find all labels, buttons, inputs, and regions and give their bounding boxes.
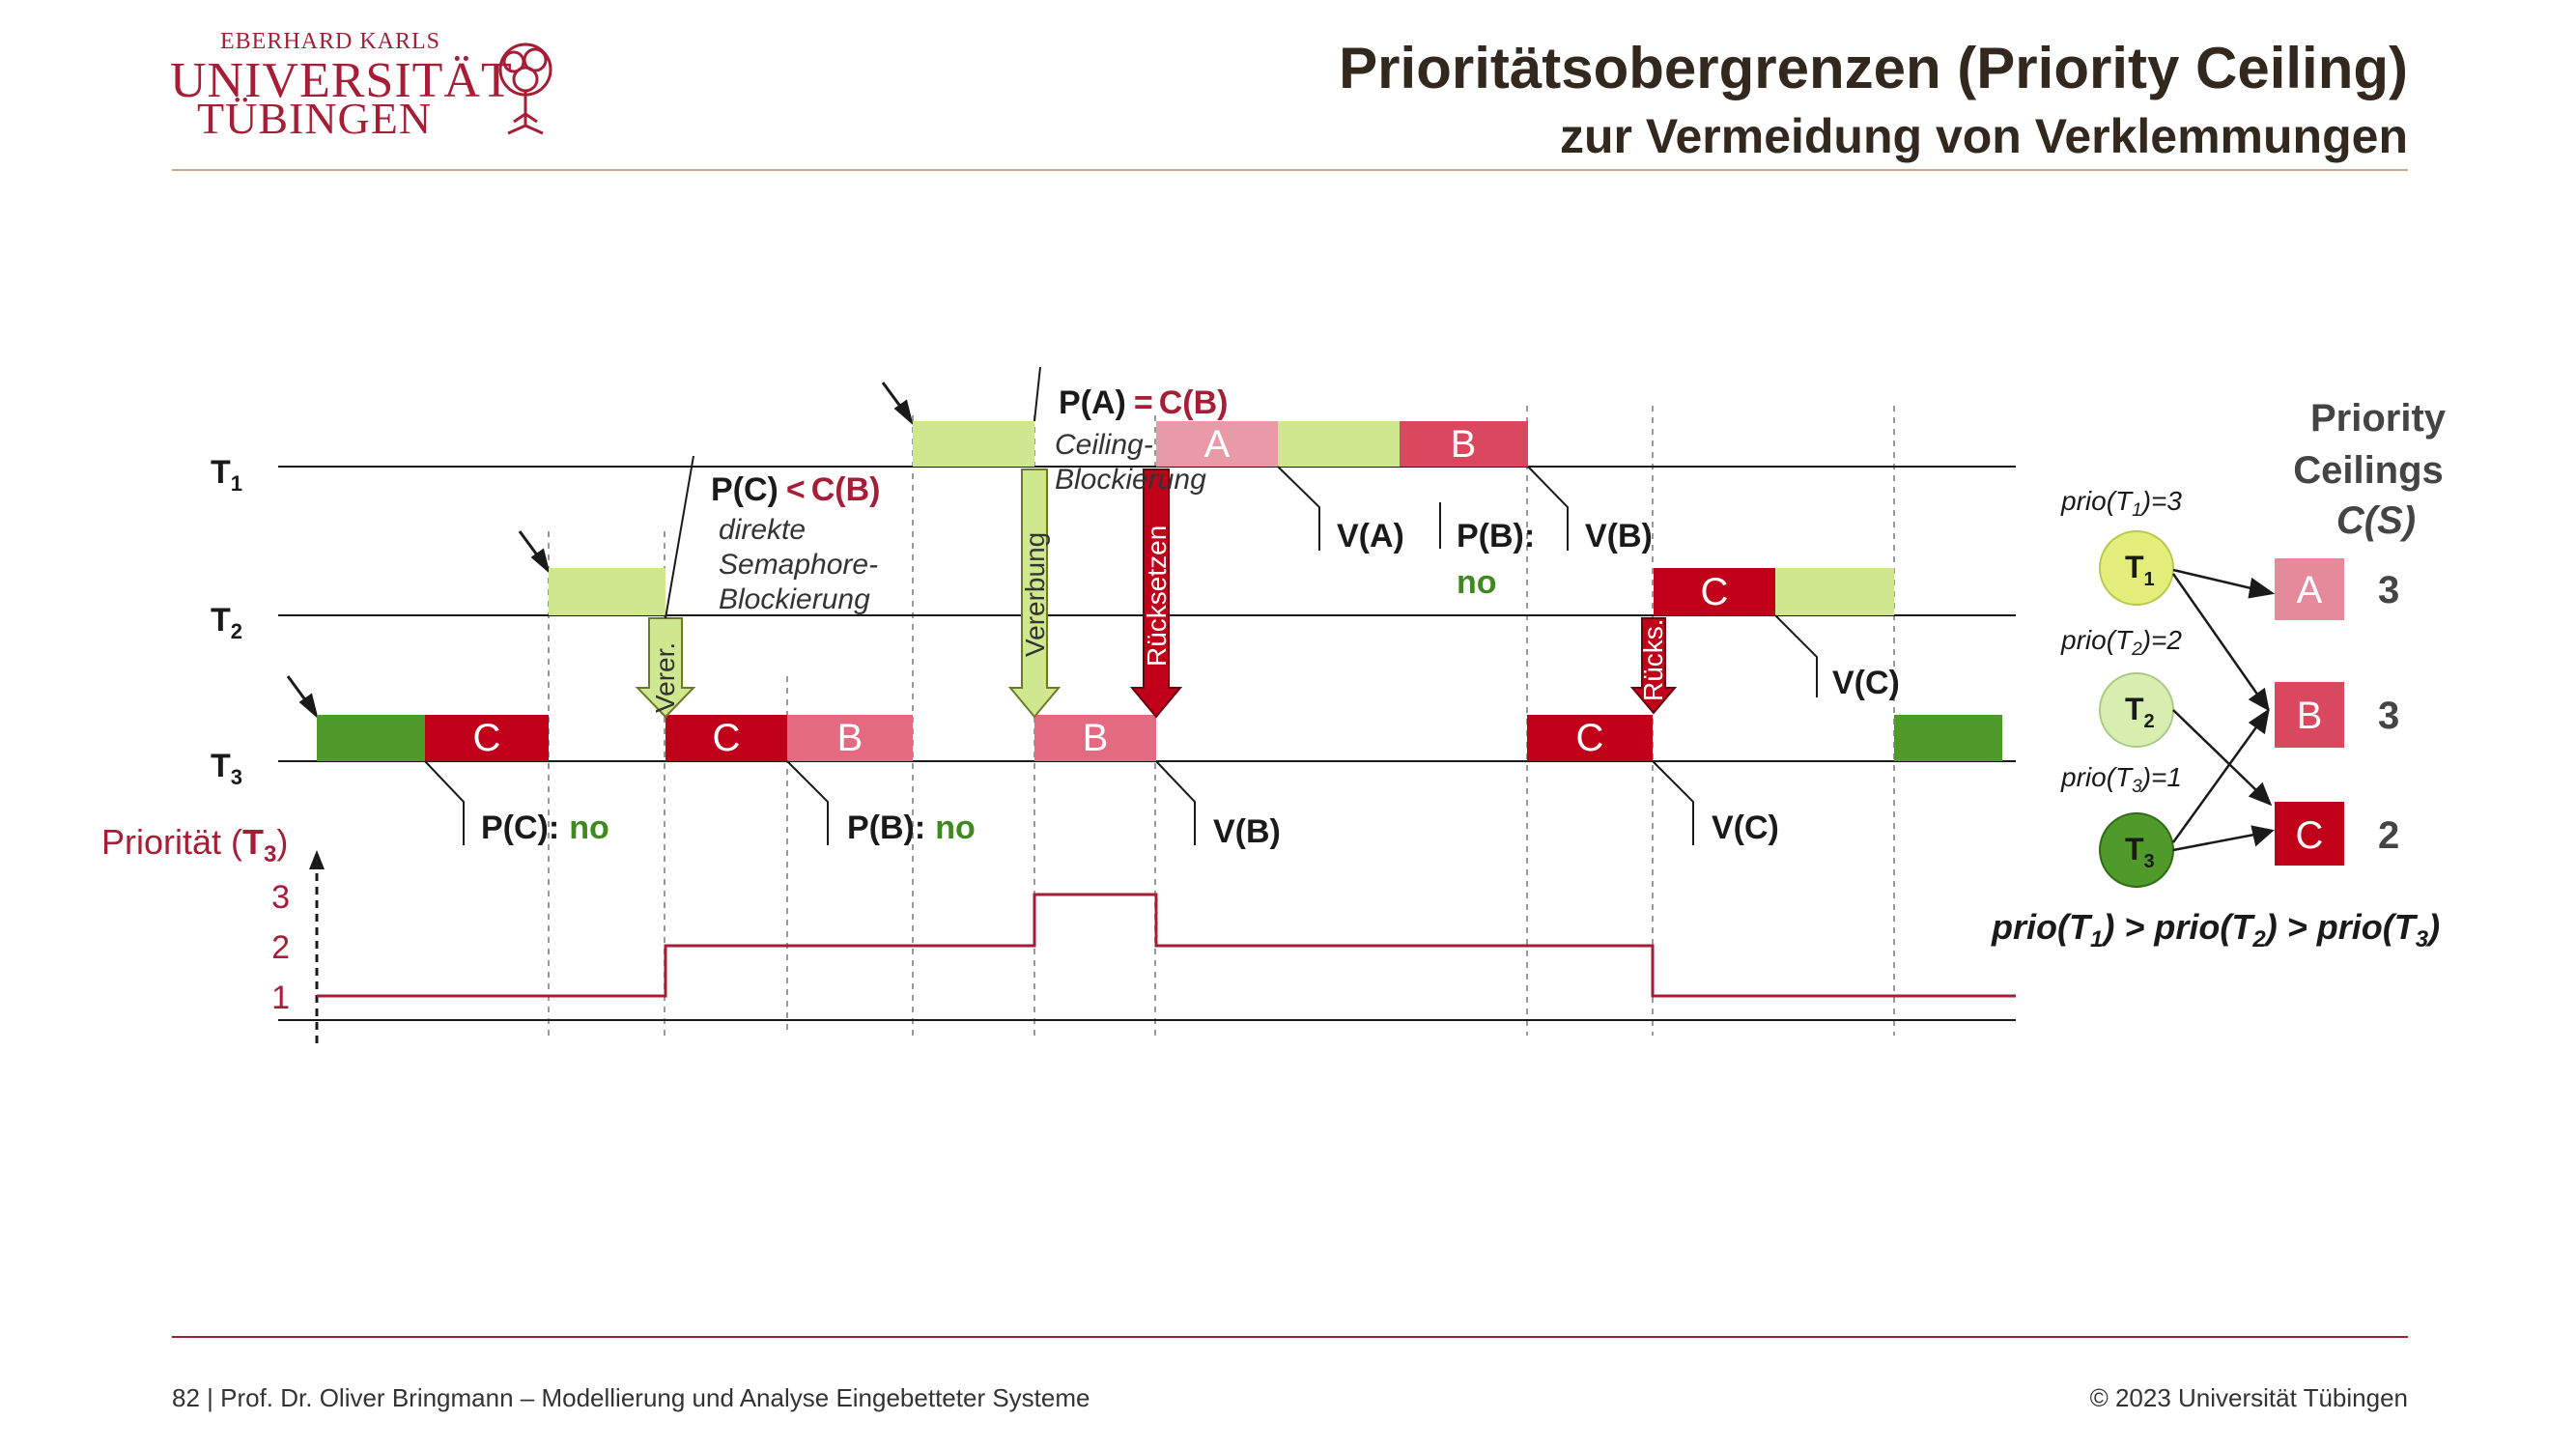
rucks-arrow: Rücks. (1629, 617, 1678, 715)
pc-annotation: P(C) < C(B) (711, 471, 881, 508)
resource-c-ceiling: 2 (2378, 814, 2399, 857)
t3-block-b-1-label: B (837, 717, 863, 759)
pc-t3-annotation: P(C): no (481, 810, 609, 846)
pb-t3-annotation: P(B): no (847, 810, 976, 846)
t3-release-arrow (286, 675, 319, 720)
priority-step-line (317, 893, 2016, 998)
vc-t2-annotation: V(C) (1832, 665, 1900, 701)
priority-tick-1: 1 (271, 980, 290, 1016)
direkte-blockierung-text: direkte Semaphore-Blockierung (719, 514, 878, 615)
pb-annotation: P(B): (1457, 518, 1535, 554)
pa-annotation: P(A) = C(B) (1059, 384, 1229, 421)
vb-top-annotation: V(B) (1585, 518, 1653, 554)
t3-block-c-3-label: C (1576, 717, 1604, 759)
prio-t1-label: prio(T1)=3 (2060, 486, 2182, 521)
resource-a-label: A (2297, 569, 2323, 611)
t2-release-arrow (518, 530, 551, 575)
va-annotation: V(A) (1337, 518, 1404, 554)
resource-c-label: C (2296, 814, 2324, 857)
pb-no-annotation: no (1457, 564, 1497, 601)
t2-block-green-2 (1775, 568, 1894, 615)
vererbung-arrow: Vererbung (1007, 469, 1062, 719)
t1-block-b-label: B (1451, 423, 1477, 466)
priority-tick-3: 3 (271, 879, 290, 916)
svg-text:Verer.: Verer. (650, 642, 680, 713)
t1-release-arrow (881, 382, 914, 426)
verer-arrow: Verer. (635, 617, 696, 719)
t3-block-c-2-label: C (713, 717, 741, 759)
priority-order-text: prio(T1) > prio(T2) > prio(T3) (1991, 907, 2440, 952)
t1-label: T1 (211, 454, 242, 496)
t3-block-green-2 (1894, 715, 2002, 761)
priority-tick-2: 2 (271, 929, 290, 966)
ceilings-heading-1: Priority (2310, 397, 2447, 440)
t1-block-a-label: A (1204, 423, 1231, 466)
svg-text:Rücks.: Rücks. (1638, 618, 1668, 701)
footer-left: 82 | Prof. Dr. Oliver Bringmann – Modell… (172, 1383, 1090, 1412)
vc-t3-annotation: V(C) (1712, 810, 1779, 846)
t3-block-b-2-label: B (1083, 717, 1109, 759)
t2-block-c-label: C (1701, 571, 1729, 613)
prio-t3-label: prio(T3)=1 (2060, 762, 2182, 797)
priority-chart-label: Priorität (T3) (101, 822, 288, 867)
resource-usage-arrows (2171, 568, 2276, 852)
ruecksetzen-arrow: Rücksetzen (1129, 469, 1183, 719)
t2-block-green-1 (549, 568, 665, 615)
vb-t3-annotation: V(B) (1213, 813, 1281, 850)
diagram-canvas: T1 T2 T3 A B C C C B B C Verer. Vererbun… (101, 169, 2447, 1338)
t3-block-green-1 (317, 715, 425, 761)
footer-right: © 2023 Universität Tübingen (2089, 1383, 2408, 1412)
prio-t2-label: prio(T2)=2 (2060, 625, 2182, 660)
ceilings-heading-3: C(S) (2336, 499, 2416, 542)
ceilings-heading-2: Ceilings (2293, 449, 2444, 492)
t3-label: T3 (211, 748, 242, 789)
t1-block-green-1 (913, 421, 1034, 467)
resource-b-label: B (2297, 695, 2323, 737)
svg-text:Vererbung: Vererbung (1020, 532, 1050, 657)
t3-block-c-1-label: C (473, 717, 501, 759)
slide: EBERHARD KARLS UNIVERSITÄT TÜBINGEN Prio… (0, 0, 2576, 1449)
svg-text:Rücksetzen: Rücksetzen (1142, 526, 1172, 667)
priority-y-axis-arrow-icon (309, 850, 325, 869)
resource-b-ceiling: 3 (2378, 695, 2399, 737)
t2-label: T2 (211, 602, 242, 643)
t1-block-green-2 (1278, 421, 1400, 467)
resource-a-ceiling: 3 (2378, 569, 2399, 611)
